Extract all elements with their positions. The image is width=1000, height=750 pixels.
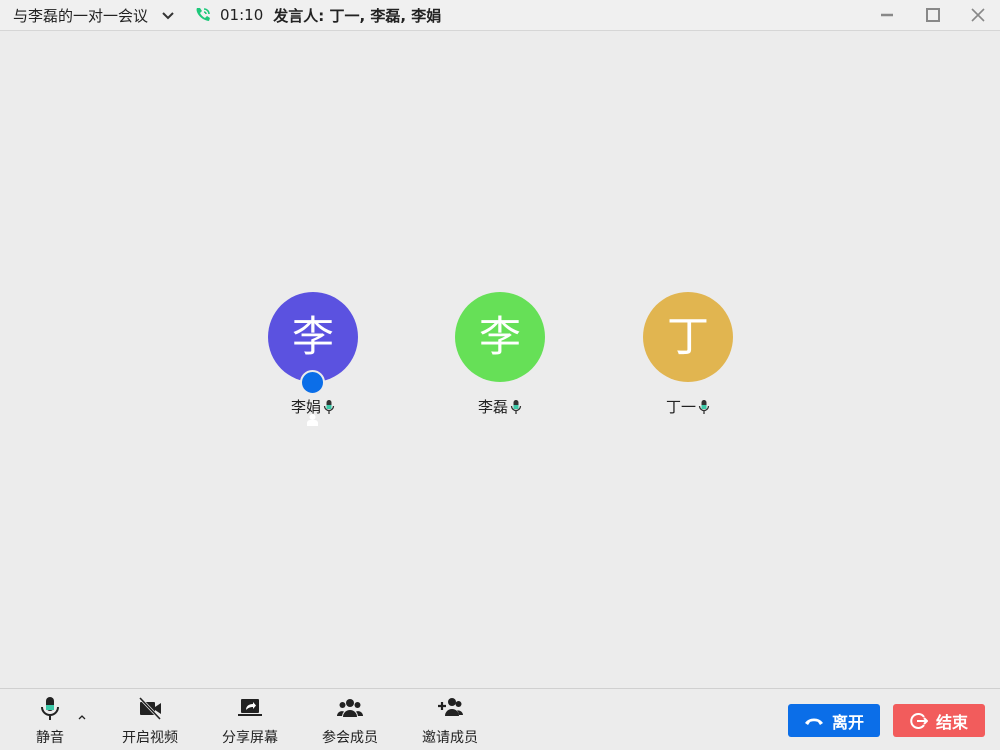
end-label: 结束	[935, 712, 968, 732]
avatar-initial: 李	[291, 312, 334, 361]
share-screen-button[interactable]: 分享屏幕	[210, 695, 290, 747]
microphone-icon	[323, 399, 335, 414]
end-meeting-button[interactable]: 结束	[893, 704, 985, 737]
mute-label: 静音	[36, 730, 64, 746]
microphone-icon	[698, 399, 710, 414]
hang-up-icon	[804, 718, 823, 725]
host-badge-icon	[300, 370, 325, 426]
video-off-icon	[138, 696, 162, 721]
avatar: 李	[455, 292, 545, 382]
call-timer: 01:10	[220, 6, 264, 24]
avatar-initial: 李	[478, 312, 521, 361]
leave-label: 离开	[831, 712, 864, 732]
participant-tile[interactable]: 李 李娟	[253, 292, 373, 426]
participant-name: 丁一	[665, 398, 696, 416]
participants-label: 参会成员	[322, 730, 378, 746]
participant-tile[interactable]: 丁 丁一	[628, 292, 748, 417]
meeting-title: 与李磊的一对一会议	[13, 6, 149, 25]
maximize-icon[interactable]	[924, 6, 942, 24]
avatar: 李	[268, 292, 358, 426]
mute-button[interactable]: 静音	[10, 695, 90, 747]
meeting-toolbar: 静音 开启视频 分享屏幕 参会成员 邀请成员 离开 结束	[0, 688, 1000, 750]
microphone-icon	[510, 399, 522, 414]
leave-button[interactable]: 离开	[788, 704, 880, 737]
chevron-up-icon[interactable]	[77, 713, 87, 721]
phone-call-icon	[196, 8, 211, 21]
chevron-down-icon[interactable]	[160, 7, 176, 23]
share-screen-icon	[238, 699, 262, 716]
add-user-icon	[438, 698, 463, 716]
users-icon	[337, 699, 363, 717]
participant-name: 李磊	[477, 398, 508, 416]
participants-button[interactable]: 参会成员	[310, 695, 390, 747]
start-video-button[interactable]: 开启视频	[110, 695, 190, 747]
invite-label: 邀请成员	[422, 730, 478, 746]
participant-tile[interactable]: 李 李磊	[440, 292, 560, 417]
invite-button[interactable]: 邀请成员	[410, 695, 490, 747]
active-speakers: 发言人: 丁一, 李磊, 李娟	[273, 6, 442, 25]
close-icon[interactable]	[969, 6, 987, 24]
exit-icon	[910, 712, 928, 729]
title-bar: 与李磊的一对一会议 01:10 发言人: 丁一, 李磊, 李娟	[0, 0, 1000, 31]
minimize-icon[interactable]	[878, 6, 896, 24]
avatar: 丁	[643, 292, 733, 382]
microphone-icon	[41, 697, 59, 720]
start-video-label: 开启视频	[122, 730, 178, 746]
share-screen-label: 分享屏幕	[222, 730, 278, 746]
avatar-initial: 丁	[666, 312, 709, 361]
